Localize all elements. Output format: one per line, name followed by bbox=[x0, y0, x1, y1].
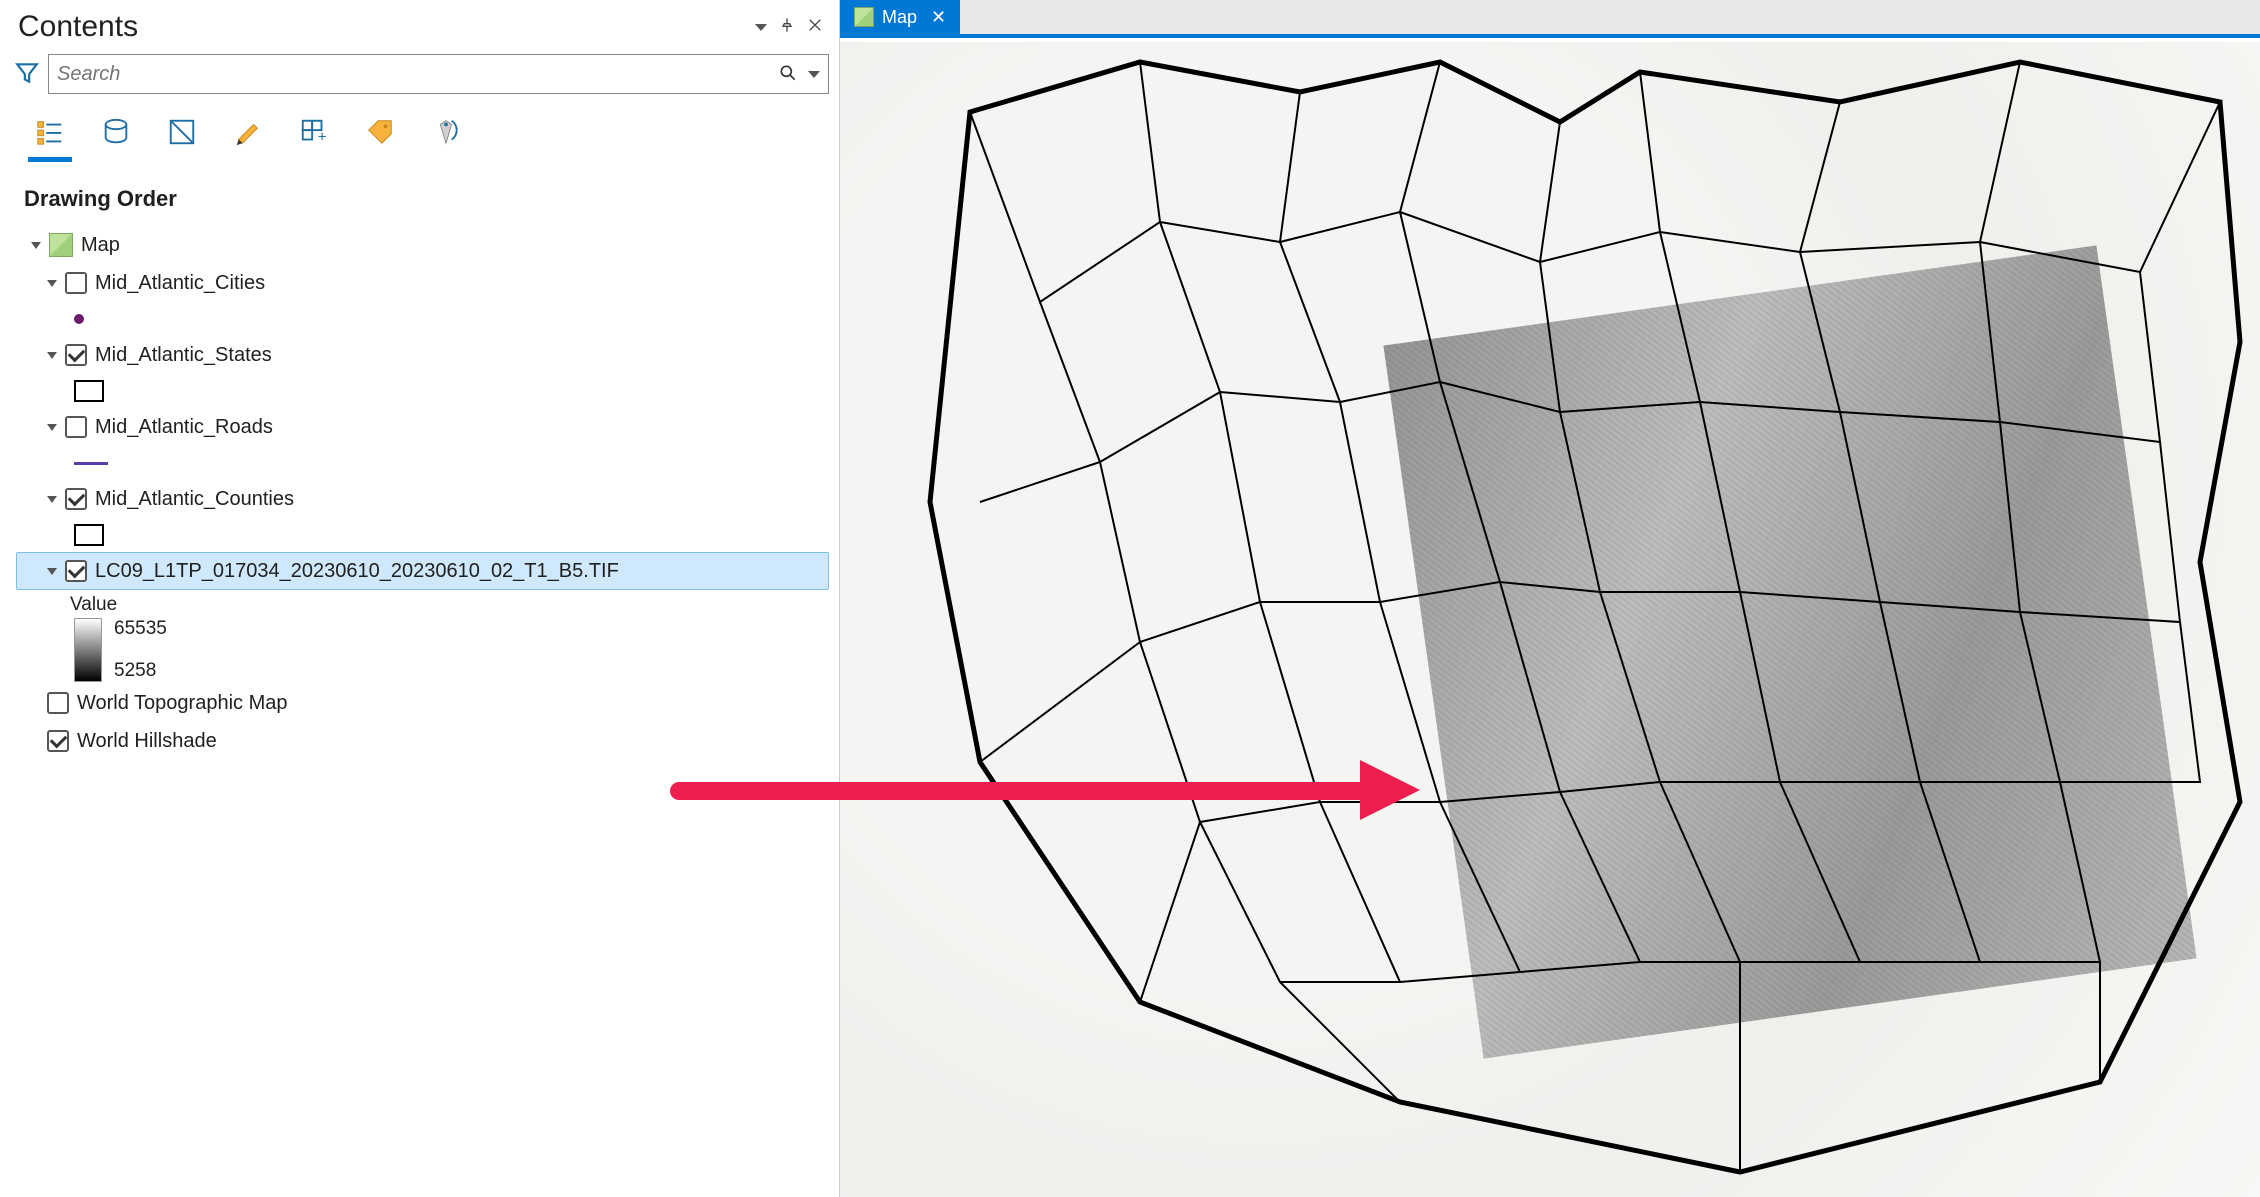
map-icon bbox=[854, 7, 874, 27]
list-by-snapping-button[interactable]: + bbox=[296, 114, 332, 150]
raster-min: 5258 bbox=[114, 660, 167, 682]
list-by-source-button[interactable] bbox=[98, 114, 134, 150]
raster-value-label: Value bbox=[70, 594, 829, 616]
layer-checkbox[interactable] bbox=[65, 344, 87, 366]
contents-header: Contents bbox=[12, 4, 835, 52]
layer-counties[interactable]: Mid_Atlantic_Counties bbox=[16, 480, 829, 518]
layer-checkbox[interactable] bbox=[65, 416, 87, 438]
contents-title: Contents bbox=[18, 10, 138, 44]
contents-toolbar: + bbox=[12, 102, 835, 150]
search-input[interactable] bbox=[57, 63, 778, 86]
layer-cities[interactable]: Mid_Atlantic_Cities bbox=[16, 264, 829, 302]
grayscale-ramp-icon bbox=[74, 618, 102, 682]
tab-map-label: Map bbox=[882, 7, 917, 28]
layer-checkbox[interactable] bbox=[65, 560, 87, 582]
pin-icon[interactable] bbox=[779, 17, 795, 38]
raster-ramp[interactable]: 65535 5258 bbox=[70, 616, 829, 684]
caret-icon[interactable] bbox=[47, 568, 57, 575]
search-row bbox=[12, 52, 835, 102]
filter-icon[interactable] bbox=[14, 60, 40, 89]
list-by-editing-button[interactable] bbox=[230, 114, 266, 150]
close-tab-icon[interactable]: ✕ bbox=[931, 7, 946, 28]
map-view-area: Map ✕ bbox=[840, 0, 2260, 1197]
caret-icon[interactable] bbox=[47, 352, 57, 359]
contents-pane: Contents bbox=[0, 0, 840, 1197]
layer-checkbox[interactable] bbox=[65, 272, 87, 294]
raster-value-block: Value 65535 5258 bbox=[16, 594, 829, 684]
layer-label: Mid_Atlantic_Cities bbox=[95, 269, 265, 297]
caret-icon[interactable] bbox=[47, 496, 57, 503]
view-tab-bar: Map ✕ bbox=[840, 0, 2260, 38]
close-icon[interactable] bbox=[807, 17, 823, 38]
layer-topo[interactable]: World Topographic Map bbox=[16, 684, 829, 722]
layer-states-symbol[interactable] bbox=[16, 374, 829, 408]
layer-checkbox[interactable] bbox=[65, 488, 87, 510]
layer-roads-symbol[interactable] bbox=[16, 446, 829, 480]
layer-counties-symbol[interactable] bbox=[16, 518, 829, 552]
caret-icon[interactable] bbox=[31, 242, 41, 249]
layer-checkbox[interactable] bbox=[47, 730, 69, 752]
search-icon[interactable] bbox=[778, 63, 798, 86]
boundary-lines bbox=[840, 42, 2260, 1197]
list-by-selection-button[interactable] bbox=[164, 114, 200, 150]
list-by-perspective-button[interactable] bbox=[428, 114, 464, 150]
layer-label: LC09_L1TP_017034_20230610_20230610_02_T1… bbox=[95, 557, 619, 585]
layer-hillshade[interactable]: World Hillshade bbox=[16, 722, 829, 760]
layer-label: Mid_Atlantic_Counties bbox=[95, 485, 294, 513]
svg-text:+: + bbox=[318, 128, 327, 145]
toc-map-node[interactable]: Map bbox=[16, 226, 829, 264]
polygon-symbol-icon bbox=[74, 380, 104, 402]
layer-label: Mid_Atlantic_Roads bbox=[95, 413, 273, 441]
map-icon bbox=[49, 233, 73, 257]
layer-label: World Hillshade bbox=[77, 727, 217, 755]
caret-icon[interactable] bbox=[47, 424, 57, 431]
polygon-symbol-icon bbox=[74, 524, 104, 546]
layer-raster[interactable]: LC09_L1TP_017034_20230610_20230610_02_T1… bbox=[16, 552, 829, 590]
layer-label: World Topographic Map bbox=[77, 689, 288, 717]
layer-states[interactable]: Mid_Atlantic_States bbox=[16, 336, 829, 374]
layer-checkbox[interactable] bbox=[47, 692, 69, 714]
chevron-down-icon[interactable] bbox=[755, 24, 767, 31]
line-symbol-icon bbox=[74, 462, 108, 465]
raster-max: 65535 bbox=[114, 618, 167, 640]
list-by-labeling-button[interactable] bbox=[362, 114, 398, 150]
caret-icon[interactable] bbox=[47, 280, 57, 287]
toc-map-label: Map bbox=[81, 231, 120, 259]
raster-ramp-labels: 65535 5258 bbox=[114, 618, 167, 682]
toc-tree: Map Mid_Atlantic_Cities Mid_Atlantic_Sta… bbox=[12, 222, 835, 764]
list-by-drawing-order-button[interactable] bbox=[32, 114, 68, 150]
layer-label: Mid_Atlantic_States bbox=[95, 341, 272, 369]
search-box[interactable] bbox=[48, 54, 829, 94]
contents-window-controls bbox=[755, 17, 823, 38]
point-symbol-icon bbox=[74, 314, 84, 324]
tab-map[interactable]: Map ✕ bbox=[840, 0, 960, 34]
map-canvas[interactable] bbox=[840, 42, 2260, 1197]
drawing-order-heading: Drawing Order bbox=[12, 150, 835, 222]
layer-roads[interactable]: Mid_Atlantic_Roads bbox=[16, 408, 829, 446]
layer-cities-symbol[interactable] bbox=[16, 302, 829, 336]
chevron-down-icon[interactable] bbox=[808, 71, 820, 78]
